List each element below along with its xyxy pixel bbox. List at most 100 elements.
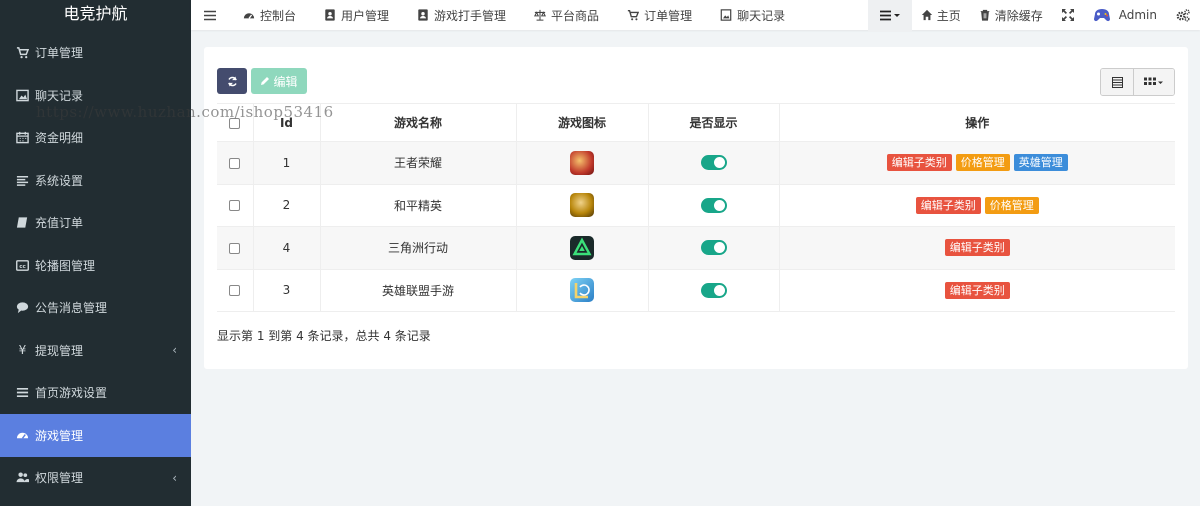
list-icon: [16, 175, 29, 186]
row-game-name: 王者荣耀: [319, 141, 516, 185]
svg-text:cc: cc: [19, 264, 26, 270]
sidebar-item-label: 游戏管理: [35, 428, 84, 443]
edit-subcategory-button[interactable]: 编辑子类别: [886, 154, 952, 172]
price-management-button[interactable]: 价格管理: [984, 196, 1039, 214]
tab-dashboard[interactable]: 控制台: [229, 0, 310, 30]
row-actions: 编辑子类别 价格管理 英雄管理: [780, 154, 1176, 172]
sidebar-item-game-management[interactable]: 游戏管理: [0, 414, 191, 457]
select-all-header: [217, 103, 253, 142]
clear-cache-button[interactable]: 清除缓存: [970, 0, 1052, 30]
user-menu[interactable]: Admin: [1084, 0, 1166, 30]
comment-icon: [16, 302, 29, 314]
row-actions: 编辑子类别 价格管理: [780, 196, 1176, 214]
tab-label: 订单管理: [644, 8, 693, 23]
edit-label: 编辑: [273, 74, 298, 89]
sidebar-item-home-game-settings[interactable]: 首页游戏设置: [0, 372, 191, 415]
edit-subcategory-button[interactable]: 编辑子类别: [944, 239, 1010, 257]
trash-icon: [980, 9, 990, 21]
pagination-info: 显示第 1 到第 4 条记录，总共 4 条记录: [217, 329, 431, 343]
sidebar-item-withdrawals[interactable]: ¥ 提现管理 ‹: [0, 329, 191, 372]
sidebar-item-announcements[interactable]: 公告消息管理: [0, 287, 191, 330]
sidebar-item-label: 系统设置: [35, 173, 84, 188]
tab-platform-products[interactable]: 平台商品: [520, 0, 613, 30]
toggle-view-button[interactable]: [1101, 69, 1133, 95]
table-row: 3 英雄联盟手游 编辑子类别: [217, 269, 1175, 312]
column-header-icon[interactable]: 游戏图标: [515, 103, 648, 142]
sidebar-item-recharge-orders[interactable]: 充值订单: [0, 202, 191, 245]
chevron-left-icon: ‹: [172, 343, 177, 358]
table-row: 2 和平精英 编辑子类别 价格管理: [217, 184, 1175, 227]
sidebar-item-label: 首页游戏设置: [35, 386, 108, 401]
bars-icon: [16, 388, 29, 398]
column-header-actions: 操作: [778, 103, 1175, 142]
row-id: 1: [252, 141, 320, 185]
gears-icon: [1176, 8, 1190, 22]
tabs-menu-dropdown[interactable]: [867, 0, 912, 32]
sidebar-item-funds[interactable]: 资金明细: [0, 117, 191, 160]
column-header-visible[interactable]: 是否显示: [647, 103, 779, 142]
game-icon-image: [570, 278, 594, 303]
row-id: 2: [252, 184, 320, 227]
dashboard-icon: [243, 13, 255, 19]
home-link[interactable]: 主页: [912, 0, 970, 30]
sidebar-item-permissions[interactable]: 权限管理 ‹: [0, 457, 191, 500]
select-all-checkbox[interactable]: [229, 117, 241, 129]
row-game-name: 和平精英: [319, 184, 516, 227]
visibility-toggle[interactable]: [700, 282, 727, 298]
game-icon-image: [570, 150, 594, 175]
top-navbar: 控制台 用户管理 游戏打手管理 平台商品 订单管理 聊天记录 主页 清除缓存 A…: [191, 0, 1200, 32]
table-view-icon: [1111, 76, 1123, 88]
row-actions: 编辑子类别: [780, 239, 1176, 257]
edit-button[interactable]: 编辑: [251, 68, 307, 94]
fullscreen-button[interactable]: [1052, 0, 1084, 30]
pencil-icon: [261, 77, 270, 85]
row-checkbox[interactable]: [229, 157, 241, 169]
row-checkbox[interactable]: [229, 242, 241, 254]
price-management-button[interactable]: 价格管理: [955, 154, 1010, 172]
avatar: [1093, 9, 1110, 22]
sidebar-menu: 订单管理 聊天记录 资金明细 系统设置 充值订单 cc 轮播图管理 公告消息管理…: [0, 30, 191, 499]
game-icon-image: [570, 235, 594, 260]
sidebar-item-carousel[interactable]: cc 轮播图管理: [0, 244, 191, 287]
column-header-id[interactable]: Id: [252, 103, 320, 142]
sidebar-item-system-settings[interactable]: 系统设置: [0, 159, 191, 202]
sidebar-toggle-button[interactable]: [191, 0, 229, 30]
tab-user-management[interactable]: 用户管理: [310, 0, 403, 30]
user-name: Admin: [1118, 8, 1157, 22]
list-dropdown-icon: [879, 10, 900, 20]
row-checkbox[interactable]: [229, 200, 241, 212]
edit-subcategory-button[interactable]: 编辑子类别: [915, 196, 981, 214]
navbar-right: 主页 清除缓存 Admin: [867, 0, 1200, 32]
tab-chat-records[interactable]: 聊天记录: [706, 0, 799, 30]
sidebar-item-orders[interactable]: 订单管理: [0, 30, 191, 74]
brand-title: 电竞护航: [0, 0, 191, 30]
tab-player-management[interactable]: 游戏打手管理: [403, 0, 520, 30]
image-icon: [16, 89, 29, 102]
sidebar-item-label: 订单管理: [35, 45, 84, 60]
sidebar-item-label: 提现管理: [35, 343, 84, 358]
users-icon: [16, 472, 29, 483]
nav-tabs: 控制台 用户管理 游戏打手管理 平台商品 订单管理 聊天记录: [229, 0, 799, 30]
table-toolbar: 编辑: [217, 68, 307, 94]
sidebar-item-label: 轮播图管理: [35, 258, 96, 273]
row-id: 4: [252, 226, 320, 270]
cart-icon: [627, 10, 640, 21]
hero-management-button[interactable]: 英雄管理: [1013, 154, 1068, 172]
row-checkbox[interactable]: [229, 285, 241, 297]
edit-subcategory-button[interactable]: 编辑子类别: [944, 281, 1010, 299]
visibility-toggle[interactable]: [700, 240, 727, 256]
home-icon: [921, 9, 932, 21]
settings-button[interactable]: [1166, 0, 1200, 30]
sidebar-item-chat-records[interactable]: 聊天记录: [0, 74, 191, 117]
visibility-toggle[interactable]: [700, 155, 727, 171]
balance-icon: [534, 9, 547, 21]
user-card-icon: [418, 9, 428, 21]
column-header-name[interactable]: 游戏名称: [319, 103, 516, 142]
visibility-toggle[interactable]: [700, 197, 727, 213]
hamburger-icon: [204, 10, 216, 20]
tab-orders[interactable]: 订单管理: [613, 0, 706, 30]
home-label: 主页: [936, 8, 961, 23]
columns-dropdown-button[interactable]: [1133, 69, 1174, 95]
refresh-button[interactable]: [217, 68, 247, 94]
sidebar-item-label: 公告消息管理: [35, 301, 108, 316]
